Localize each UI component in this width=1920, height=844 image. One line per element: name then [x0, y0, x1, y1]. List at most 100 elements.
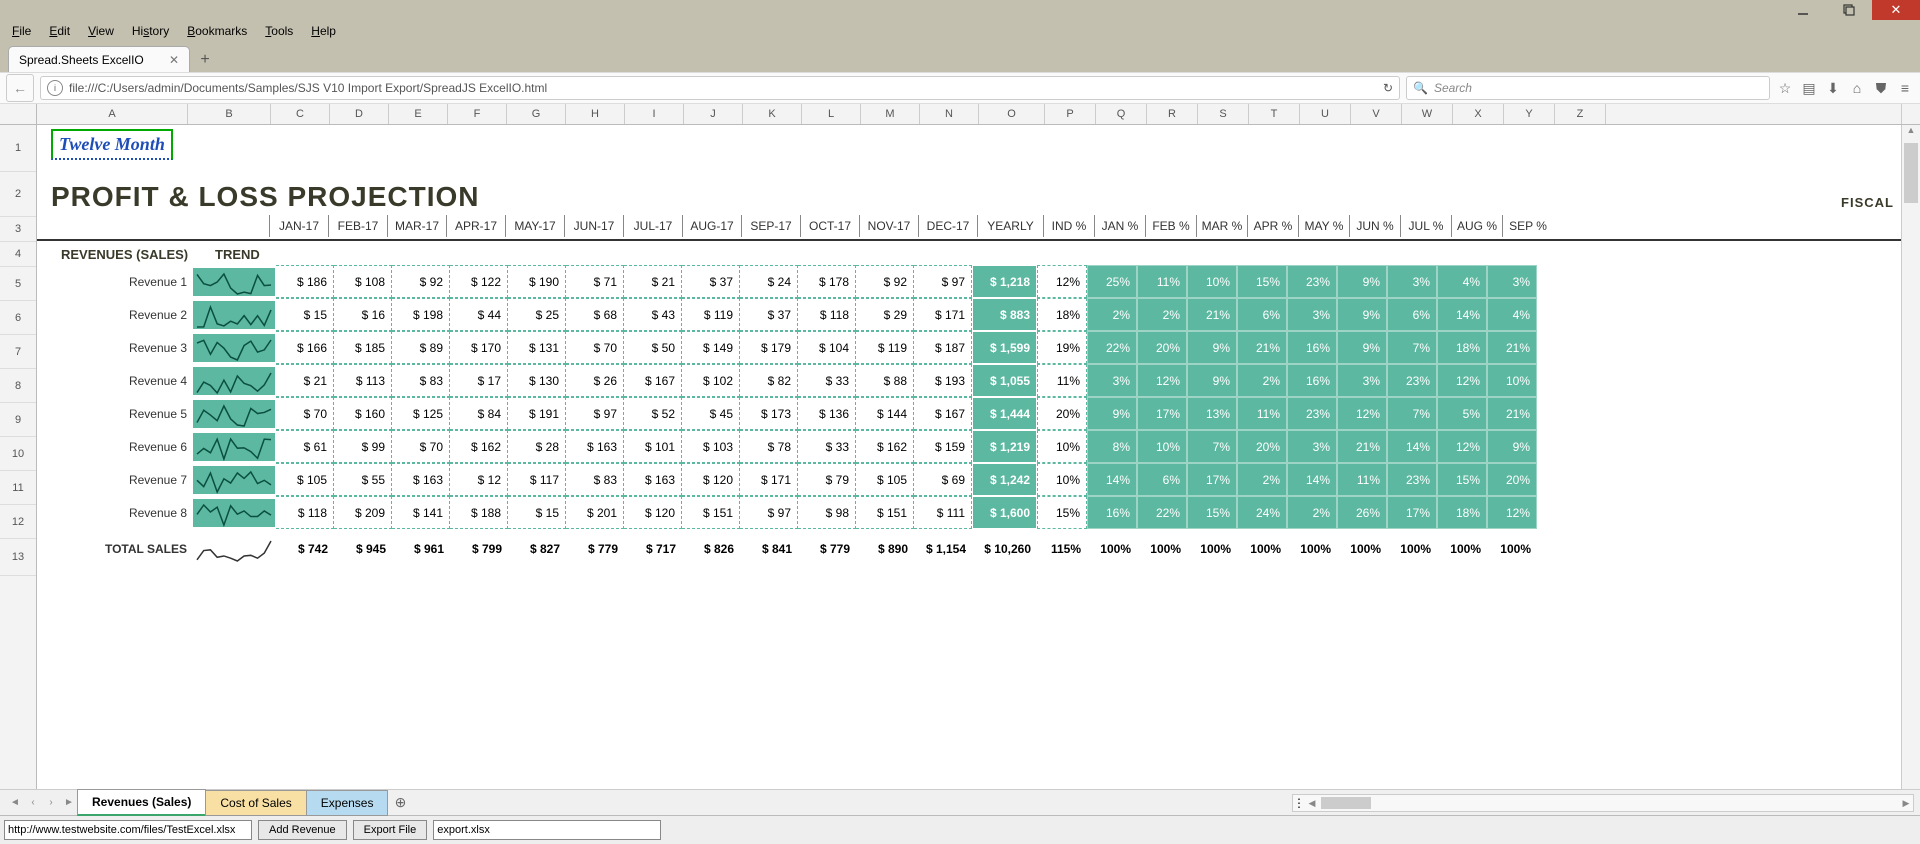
data-cell[interactable]: $ 171 — [914, 298, 972, 331]
data-cell[interactable]: $ 84 — [450, 397, 508, 430]
data-cell[interactable]: $ 33 — [798, 430, 856, 463]
data-cell[interactable]: $ 15 — [276, 298, 334, 331]
column-header[interactable]: K — [743, 104, 802, 124]
add-sheet-button[interactable]: ⊕ — [388, 794, 412, 811]
data-cell[interactable]: $ 144 — [856, 397, 914, 430]
hscroll-thumb[interactable] — [1321, 797, 1371, 809]
add-revenue-button[interactable]: Add Revenue — [258, 820, 347, 840]
data-cell[interactable]: $ 125 — [392, 397, 450, 430]
column-header[interactable]: W — [1402, 104, 1453, 124]
row-header[interactable]: 12 — [0, 505, 36, 539]
maximize-button[interactable] — [1826, 0, 1872, 20]
row-header[interactable]: 7 — [0, 335, 36, 369]
data-cell[interactable]: $ 92 — [392, 265, 450, 298]
data-cell[interactable]: $ 89 — [392, 331, 450, 364]
column-header[interactable]: C — [271, 104, 330, 124]
column-header[interactable]: U — [1300, 104, 1351, 124]
data-cell[interactable]: $ 105 — [856, 463, 914, 496]
data-cell[interactable]: $ 151 — [856, 496, 914, 529]
horizontal-scrollbar[interactable]: ⋮ ◀ ▶ — [1292, 794, 1914, 812]
column-header[interactable]: H — [566, 104, 625, 124]
data-cell[interactable]: $ 113 — [334, 364, 392, 397]
hamburger-icon[interactable]: ≡ — [1896, 80, 1914, 96]
data-cell[interactable]: $ 141 — [392, 496, 450, 529]
column-header[interactable]: L — [802, 104, 861, 124]
column-header[interactable]: Y — [1504, 104, 1555, 124]
cells-area[interactable]: Twelve Month PROFIT & LOSS PROJECTION FI… — [37, 125, 1920, 789]
column-header[interactable]: F — [448, 104, 507, 124]
data-cell[interactable]: $ 52 — [624, 397, 682, 430]
data-cell[interactable]: $ 97 — [566, 397, 624, 430]
data-cell[interactable]: $ 160 — [334, 397, 392, 430]
star-icon[interactable]: ☆ — [1776, 80, 1794, 97]
column-header[interactable]: S — [1198, 104, 1249, 124]
data-cell[interactable]: $ 166 — [276, 331, 334, 364]
row-header[interactable]: 2 — [0, 172, 36, 217]
ind-pct-cell[interactable]: 12% — [1037, 265, 1087, 298]
data-cell[interactable]: $ 29 — [856, 298, 914, 331]
menu-bookmarks[interactable]: Bookmarks — [179, 22, 255, 40]
row-header[interactable]: 10 — [0, 437, 36, 471]
search-box[interactable]: 🔍 Search — [1406, 76, 1770, 100]
data-cell[interactable]: $ 26 — [566, 364, 624, 397]
minimize-button[interactable] — [1780, 0, 1826, 20]
column-header[interactable]: V — [1351, 104, 1402, 124]
data-cell[interactable]: $ 118 — [276, 496, 334, 529]
data-cell[interactable]: $ 191 — [508, 397, 566, 430]
data-cell[interactable]: $ 102 — [682, 364, 740, 397]
sheet-tab-cost[interactable]: Cost of Sales — [205, 790, 306, 816]
sheet-nav-next[interactable]: › — [42, 797, 60, 808]
data-cell[interactable]: $ 167 — [624, 364, 682, 397]
close-tab-icon[interactable]: ✕ — [169, 53, 179, 67]
reload-icon[interactable]: ↻ — [1383, 81, 1393, 95]
data-cell[interactable]: $ 170 — [450, 331, 508, 364]
vertical-scrollbar[interactable]: ▲ — [1901, 125, 1920, 789]
data-cell[interactable]: $ 44 — [450, 298, 508, 331]
data-cell[interactable]: $ 33 — [798, 364, 856, 397]
sheet-nav-prev[interactable]: ‹ — [24, 797, 42, 808]
row-header[interactable]: 4 — [0, 242, 36, 267]
menu-history[interactable]: History — [124, 22, 177, 40]
row-header[interactable]: 9 — [0, 403, 36, 437]
column-header[interactable]: I — [625, 104, 684, 124]
data-cell[interactable]: $ 163 — [566, 430, 624, 463]
data-cell[interactable]: $ 111 — [914, 496, 972, 529]
data-cell[interactable]: $ 108 — [334, 265, 392, 298]
data-cell[interactable]: $ 45 — [682, 397, 740, 430]
data-cell[interactable]: $ 21 — [276, 364, 334, 397]
data-cell[interactable]: $ 104 — [798, 331, 856, 364]
ind-pct-cell[interactable]: 18% — [1037, 298, 1087, 331]
data-cell[interactable]: $ 201 — [566, 496, 624, 529]
data-cell[interactable]: $ 70 — [276, 397, 334, 430]
row-header[interactable]: 3 — [0, 217, 36, 242]
menu-help[interactable]: Help — [303, 22, 344, 40]
data-cell[interactable]: $ 97 — [914, 265, 972, 298]
data-cell[interactable]: $ 188 — [450, 496, 508, 529]
ind-pct-cell[interactable]: 11% — [1037, 364, 1087, 397]
scroll-thumb[interactable] — [1904, 143, 1918, 203]
ind-pct-cell[interactable]: 10% — [1037, 430, 1087, 463]
data-cell[interactable]: $ 70 — [566, 331, 624, 364]
data-cell[interactable]: $ 120 — [624, 496, 682, 529]
row-header[interactable]: 1 — [0, 125, 36, 172]
close-button[interactable]: ✕ — [1872, 0, 1920, 20]
import-url-input[interactable] — [4, 820, 252, 840]
row-header[interactable]: 11 — [0, 471, 36, 505]
hscroll-left-icon[interactable]: ◀ — [1305, 798, 1319, 809]
home-icon[interactable]: ⌂ — [1848, 80, 1866, 96]
data-cell[interactable]: $ 119 — [682, 298, 740, 331]
data-cell[interactable]: $ 131 — [508, 331, 566, 364]
data-cell[interactable]: $ 185 — [334, 331, 392, 364]
data-cell[interactable]: $ 163 — [624, 463, 682, 496]
column-header[interactable]: Z — [1555, 104, 1606, 124]
export-filename-input[interactable] — [433, 820, 661, 840]
data-cell[interactable]: $ 28 — [508, 430, 566, 463]
data-cell[interactable]: $ 50 — [624, 331, 682, 364]
column-header[interactable]: D — [330, 104, 389, 124]
column-header[interactable]: Q — [1096, 104, 1147, 124]
column-header[interactable]: X — [1453, 104, 1504, 124]
data-cell[interactable]: $ 71 — [566, 265, 624, 298]
column-header[interactable]: J — [684, 104, 743, 124]
sheet-nav-last[interactable]: ► — [60, 797, 78, 808]
hscroll-right-icon[interactable]: ▶ — [1899, 798, 1913, 809]
